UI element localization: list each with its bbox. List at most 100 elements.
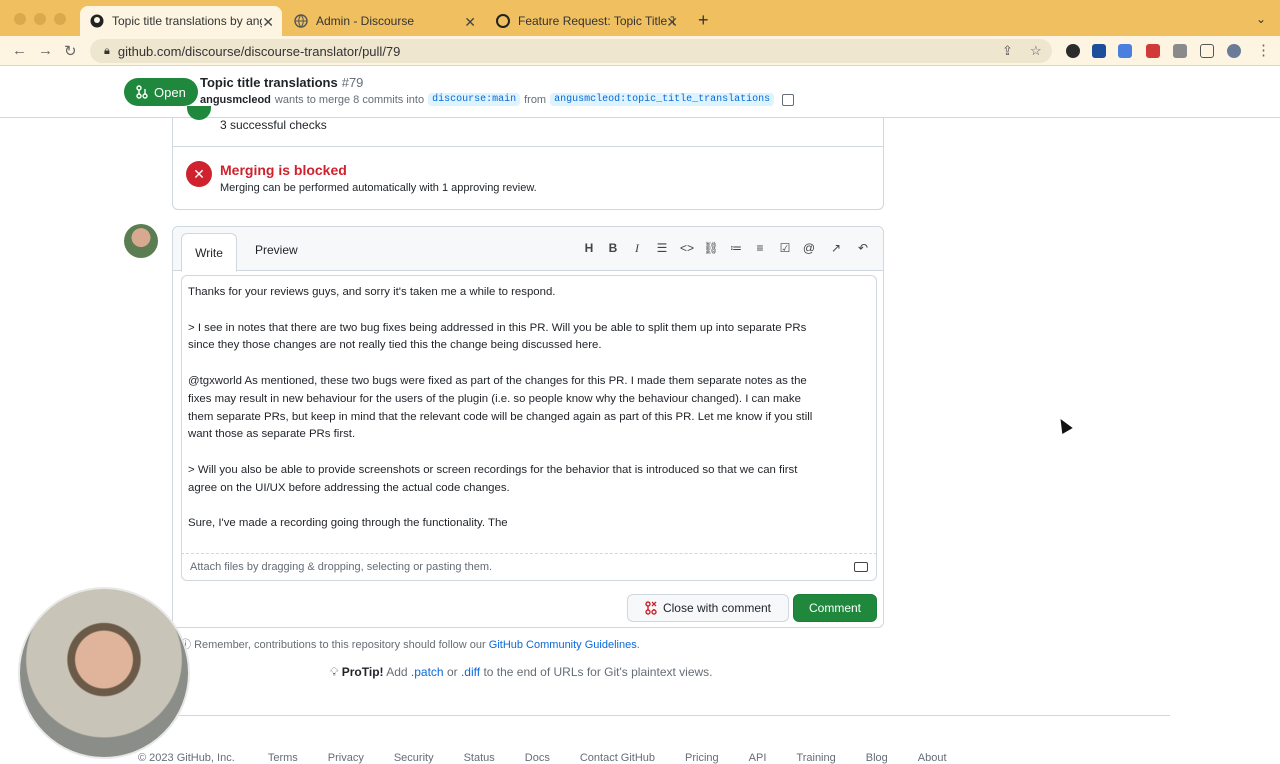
undo-icon[interactable]: ↶ bbox=[855, 241, 871, 255]
kebab-menu-icon[interactable]: ⋮ bbox=[1256, 41, 1271, 59]
cross-reference-icon[interactable]: ↗ bbox=[828, 241, 844, 255]
avatar[interactable] bbox=[124, 224, 158, 258]
webcam-overlay bbox=[18, 587, 190, 759]
footer-link[interactable]: Terms bbox=[268, 752, 298, 764]
comment-button[interactable]: Comment bbox=[793, 594, 877, 622]
quote-icon[interactable]: ☰ bbox=[654, 241, 670, 255]
unordered-list-icon[interactable]: ≔ bbox=[728, 241, 744, 255]
protip: 💡︎ ProTip! Add .patch or .diff to the en… bbox=[330, 665, 713, 679]
close-tab-icon[interactable]: ✕ bbox=[262, 14, 274, 31]
tab-label: Feature Request: Topic Title Tr bbox=[518, 14, 674, 28]
editor-line: them separate PRs, but keep in mind that… bbox=[188, 410, 813, 423]
extension-icon[interactable] bbox=[1066, 44, 1080, 58]
community-guidelines-link[interactable]: GitHub Community Guidelines bbox=[489, 639, 637, 651]
code-icon[interactable]: <> bbox=[679, 241, 695, 255]
footer-link[interactable]: Status bbox=[464, 752, 495, 764]
editor-line: Thanks for your reviews guys, and sorry … bbox=[188, 286, 556, 298]
merging-blocked-title: Merging is blocked bbox=[220, 162, 347, 178]
comment-composer: Write Preview H B I ☰ <> ⛓ ≔ ≡ ☑ @ ↗ ↶ T… bbox=[172, 226, 884, 628]
footer-link[interactable]: Pricing bbox=[685, 752, 719, 764]
editor-line: want those as separate PRs first. bbox=[188, 428, 356, 441]
editor-line: @tgxworld As mentioned, these two bugs w… bbox=[188, 374, 807, 387]
check-icon bbox=[187, 106, 211, 120]
extension-icon[interactable] bbox=[1146, 44, 1160, 58]
close-with-comment-button[interactable]: Close with comment bbox=[627, 594, 789, 622]
browser-tab-2[interactable]: Admin - Discourse ✕ bbox=[284, 6, 484, 36]
browser-toolbar: ← → ↻ 🔒︎ github.com/discourse/discourse-… bbox=[0, 36, 1280, 66]
browser-tab-strip: Topic title translations by angu ✕ Admin… bbox=[0, 0, 1280, 36]
tab-preview[interactable]: Preview bbox=[255, 243, 298, 257]
editor-line: fixes may result in new behaviour for th… bbox=[188, 392, 801, 405]
comment-textarea[interactable]: Thanks for your reviews guys, and sorry … bbox=[181, 275, 877, 553]
reload-icon[interactable]: ↻ bbox=[64, 42, 77, 60]
footer-link[interactable]: Blog bbox=[866, 752, 888, 764]
pr-title[interactable]: Topic title translations #79 bbox=[200, 75, 363, 90]
diff-link[interactable]: .diff bbox=[461, 665, 480, 679]
translate-extension-icon[interactable] bbox=[1118, 44, 1132, 58]
address-bar[interactable]: 🔒︎ github.com/discourse/discourse-transl… bbox=[90, 39, 1052, 63]
footer: © 2023 GitHub, Inc. Terms Privacy Security… bbox=[138, 752, 1038, 764]
puzzle-extensions-icon[interactable] bbox=[1173, 44, 1187, 58]
close-tab-icon[interactable]: ✕ bbox=[666, 14, 678, 31]
browser-tab-1[interactable]: Topic title translations by angu ✕ bbox=[80, 6, 282, 36]
head-branch[interactable]: angusmcleod:topic_title_translations bbox=[550, 93, 775, 106]
bold-icon[interactable]: B bbox=[605, 241, 621, 255]
footer-link[interactable]: Docs bbox=[525, 752, 550, 764]
lightbulb-icon: 💡︎ bbox=[330, 665, 339, 679]
mention-icon[interactable]: @ bbox=[801, 241, 817, 255]
x-circle-icon: ✕ bbox=[186, 161, 212, 187]
window-close-button[interactable] bbox=[14, 13, 26, 25]
tab-label: Admin - Discourse bbox=[316, 14, 415, 28]
footer-link[interactable]: Training bbox=[796, 752, 835, 764]
git-pull-request-icon bbox=[136, 85, 148, 99]
browser-tab-3[interactable]: Feature Request: Topic Title Tr ✕ bbox=[486, 6, 686, 36]
heading-icon[interactable]: H bbox=[581, 241, 597, 255]
ordered-list-icon[interactable]: ≡ bbox=[752, 241, 768, 255]
tab-label: Topic title translations by angu bbox=[112, 14, 262, 28]
footer-link[interactable]: Contact GitHub bbox=[580, 752, 655, 764]
extension-icon[interactable] bbox=[1092, 44, 1106, 58]
footer-link[interactable]: About bbox=[918, 752, 947, 764]
task-list-icon[interactable]: ☑ bbox=[777, 241, 793, 255]
new-tab-icon[interactable]: + bbox=[698, 10, 709, 31]
attach-files-area[interactable]: Attach files by dragging & dropping, sel… bbox=[181, 553, 877, 581]
pr-author-link[interactable]: angusmcleod bbox=[200, 94, 271, 106]
editor-line: > Will you also be able to provide scree… bbox=[188, 463, 798, 476]
pr-number: #79 bbox=[341, 75, 364, 90]
markdown-icon[interactable] bbox=[854, 562, 868, 572]
bookmark-star-icon[interactable]: ☆ bbox=[1030, 43, 1042, 59]
editor-line: Sure, I've made a recording going throug… bbox=[188, 517, 508, 530]
window-minimize-button[interactable] bbox=[34, 13, 46, 25]
editor-line: agree on the UI/UX before addressing the… bbox=[188, 481, 510, 494]
tab-write[interactable]: Write bbox=[181, 233, 237, 272]
side-panel-icon[interactable] bbox=[1200, 44, 1214, 58]
footer-link[interactable]: Privacy bbox=[328, 752, 364, 764]
pr-state-badge: Open bbox=[124, 78, 198, 106]
tab-search-chevron-icon[interactable]: ⌄ bbox=[1256, 12, 1266, 26]
globe-icon bbox=[294, 14, 308, 28]
base-branch[interactable]: discourse:main bbox=[428, 93, 521, 106]
italic-icon[interactable]: I bbox=[629, 241, 645, 256]
copy-icon[interactable] bbox=[782, 93, 795, 106]
share-icon[interactable]: ⇪ bbox=[1002, 43, 1013, 59]
git-pull-request-closed-icon bbox=[645, 601, 657, 615]
footer-link[interactable]: Security bbox=[394, 752, 434, 764]
merge-status-box: 3 successful checks ✕ Merging is blocked… bbox=[172, 106, 884, 210]
patch-link[interactable]: .patch bbox=[411, 665, 444, 679]
contribution-reminder: ⓘ Remember, contributions to this reposi… bbox=[180, 636, 640, 652]
footer-link[interactable]: API bbox=[749, 752, 767, 764]
editor-line: since they those changes are not really … bbox=[188, 339, 602, 352]
merging-blocked-subtitle: Merging can be performed automatically w… bbox=[220, 182, 537, 194]
pr-state-label: Open bbox=[154, 84, 186, 100]
url-text: github.com/discourse/discourse-translato… bbox=[117, 43, 401, 59]
forward-icon[interactable]: → bbox=[38, 42, 53, 59]
mouse-cursor-icon bbox=[1055, 415, 1073, 435]
profile-icon[interactable] bbox=[1227, 44, 1241, 58]
close-tab-icon[interactable]: ✕ bbox=[464, 14, 476, 31]
back-icon[interactable]: ← bbox=[12, 42, 27, 59]
window-zoom-button[interactable] bbox=[54, 13, 66, 25]
link-icon[interactable]: ⛓ bbox=[703, 241, 719, 255]
